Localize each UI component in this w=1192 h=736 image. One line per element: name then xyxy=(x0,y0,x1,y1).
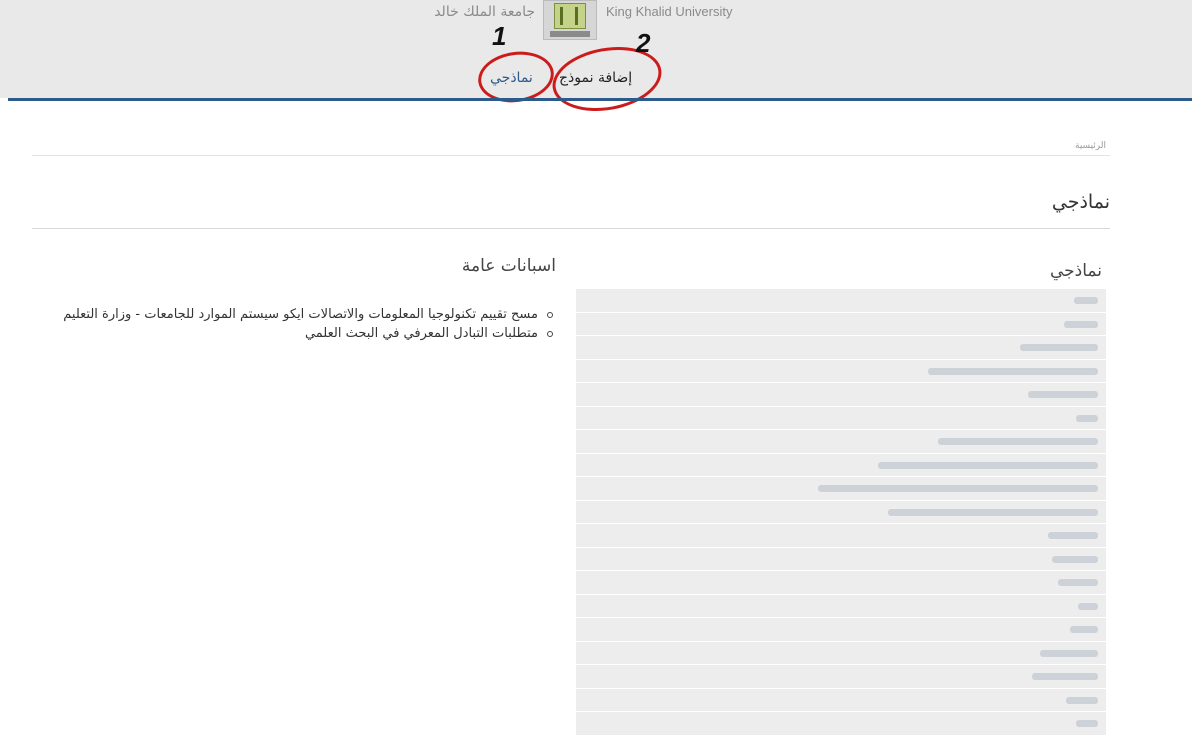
model-row-blurred-text xyxy=(1040,649,1098,657)
model-row[interactable] xyxy=(576,688,1106,712)
model-row-blurred-text xyxy=(1076,414,1098,422)
survey-link[interactable]: مسح تقييم تكنولوجيا المعلومات والاتصالات… xyxy=(20,306,556,325)
model-row[interactable] xyxy=(576,547,1106,571)
model-row[interactable] xyxy=(576,571,1106,595)
model-row[interactable] xyxy=(576,500,1106,524)
model-row[interactable] xyxy=(576,430,1106,454)
page-title: نماذجي xyxy=(1051,191,1110,213)
model-row[interactable] xyxy=(576,665,1106,689)
model-row-blurred-text xyxy=(1078,602,1098,610)
surveys-list: مسح تقييم تكنولوجيا المعلومات والاتصالات… xyxy=(20,306,556,344)
brand-name-english: King Khalid University xyxy=(606,4,733,19)
divider xyxy=(32,155,1110,156)
model-row[interactable] xyxy=(576,712,1106,736)
model-row-blurred-text xyxy=(1058,579,1098,586)
model-row[interactable] xyxy=(576,618,1106,642)
breadcrumb-home[interactable]: الرئيسية xyxy=(1040,141,1106,151)
model-row-blurred-text xyxy=(1074,297,1098,304)
site-header: جامعة الملك خالد King Khalid University … xyxy=(0,0,1192,120)
model-row-blurred-text xyxy=(1066,696,1098,704)
model-row-blurred-text xyxy=(1064,320,1098,328)
divider xyxy=(32,228,1110,229)
model-row-blurred-text xyxy=(818,485,1098,492)
model-row-blurred-text xyxy=(938,438,1098,445)
model-row[interactable] xyxy=(576,383,1106,407)
logo-strip xyxy=(550,31,590,37)
university-logo[interactable] xyxy=(543,0,597,40)
model-row-blurred-text xyxy=(928,367,1098,375)
model-row-blurred-text xyxy=(888,508,1098,516)
model-row[interactable] xyxy=(576,453,1106,477)
model-row-blurred-text xyxy=(878,461,1098,469)
annotation-number-2: 2 xyxy=(636,28,651,58)
models-list xyxy=(576,289,1106,736)
survey-link[interactable]: متطلبات التبادل المعرفي في البحث العلمي xyxy=(20,325,556,344)
model-row[interactable] xyxy=(576,406,1106,430)
model-row-blurred-text xyxy=(1052,555,1098,563)
surveys-section-title: اسبانات عامة xyxy=(461,256,556,276)
model-row-blurred-text xyxy=(1032,673,1098,680)
model-row[interactable] xyxy=(576,359,1106,383)
annotation-number-1: 1 xyxy=(492,21,507,51)
model-row[interactable] xyxy=(576,312,1106,336)
model-row[interactable] xyxy=(576,289,1106,313)
model-row[interactable] xyxy=(576,336,1106,360)
model-row[interactable] xyxy=(576,477,1106,501)
model-row-blurred-text xyxy=(1070,626,1098,633)
model-row-blurred-text xyxy=(1020,344,1098,351)
model-row-blurred-text xyxy=(1048,532,1098,539)
model-row-blurred-text xyxy=(1028,391,1098,398)
brand-name-arabic: جامعة الملك خالد xyxy=(434,4,535,20)
logo-mark xyxy=(554,3,586,29)
model-row[interactable] xyxy=(576,594,1106,618)
models-section-title: نماذجي xyxy=(1050,261,1102,281)
model-row-blurred-text xyxy=(1076,720,1098,727)
model-row[interactable] xyxy=(576,524,1106,548)
model-row[interactable] xyxy=(576,641,1106,665)
header-divider xyxy=(8,98,1192,101)
